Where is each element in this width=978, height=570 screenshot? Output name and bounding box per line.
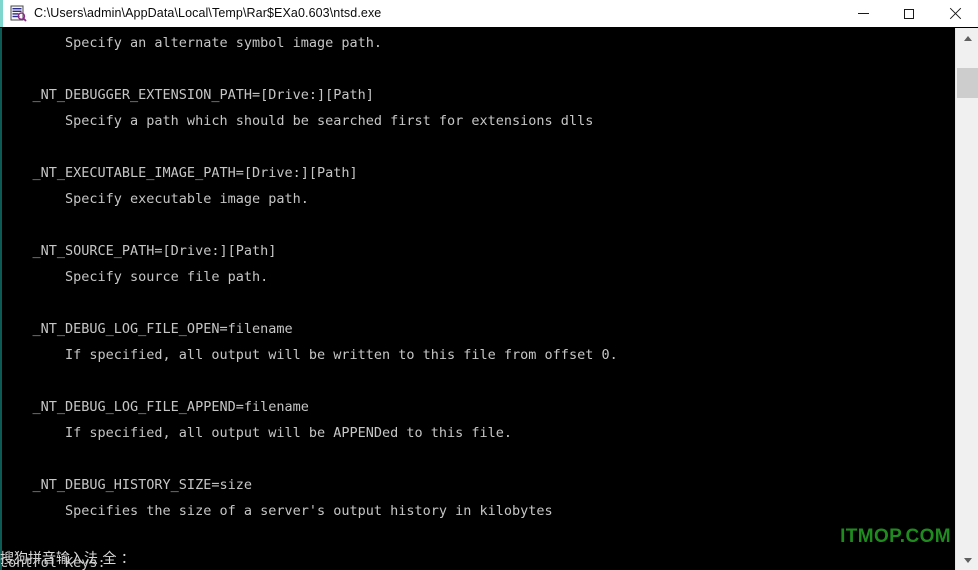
window-title: C:\Users\admin\AppData\Local\Temp\Rar$EX… <box>34 6 382 20</box>
console-text: Specify an alternate symbol image path. … <box>0 30 955 570</box>
maximize-button[interactable] <box>886 0 932 27</box>
console-line: Specify an alternate symbol image path. <box>0 35 383 51</box>
close-icon <box>949 7 962 20</box>
console-line: If specified, all output will be APPENDe… <box>0 425 513 441</box>
console-line: Specify executable image path. <box>0 191 309 207</box>
console-line: _NT_EXECUTABLE_IMAGE_PATH=[Drive:][Path] <box>0 165 358 181</box>
window-controls <box>840 0 978 27</box>
scroll-up-button[interactable] <box>956 28 978 48</box>
scrollbar-track[interactable] <box>956 48 978 550</box>
console-line: _NT_DEBUG_LOG_FILE_OPEN=filename <box>0 321 293 337</box>
minimize-button[interactable] <box>840 0 886 27</box>
close-button[interactable] <box>932 0 978 27</box>
console-line: Specify source file path. <box>0 269 269 285</box>
minimize-icon <box>857 13 869 14</box>
sogou-pinyin-ime-status: 搜狗拼音输入法 全 ： <box>0 551 135 567</box>
console-line: Control Keys: <box>0 555 106 570</box>
chevron-up-icon <box>963 35 972 41</box>
console-line: Specifies the size of a server's output … <box>0 503 553 519</box>
title-bar-accent <box>0 0 3 27</box>
console-line: _NT_SOURCE_PATH=[Drive:][Path] <box>0 243 277 259</box>
site-watermark: ITMOP.COM <box>840 526 951 547</box>
console-left-edge <box>0 28 2 570</box>
chevron-down-icon <box>963 557 972 563</box>
scrollbar-thumb[interactable] <box>957 68 978 98</box>
ntsd-debugger-icon <box>10 5 27 22</box>
console-line: If specified, all output will be written… <box>0 347 618 363</box>
vertical-scrollbar[interactable] <box>955 28 978 570</box>
maximize-icon <box>904 8 914 19</box>
console-window: C:\Users\admin\AppData\Local\Temp\Rar$EX… <box>0 0 978 570</box>
console-output-area[interactable]: Specify an alternate symbol image path. … <box>0 28 955 570</box>
console-line: _NT_DEBUG_LOG_FILE_APPEND=filename <box>0 399 309 415</box>
console-line: _NT_DEBUG_HISTORY_SIZE=size <box>0 477 252 493</box>
scroll-down-button[interactable] <box>956 550 978 570</box>
console-line: _NT_DEBUGGER_EXTENSION_PATH=[Drive:][Pat… <box>0 87 374 103</box>
title-bar[interactable]: C:\Users\admin\AppData\Local\Temp\Rar$EX… <box>0 0 978 28</box>
console-line: Specify a path which should be searched … <box>0 113 594 129</box>
